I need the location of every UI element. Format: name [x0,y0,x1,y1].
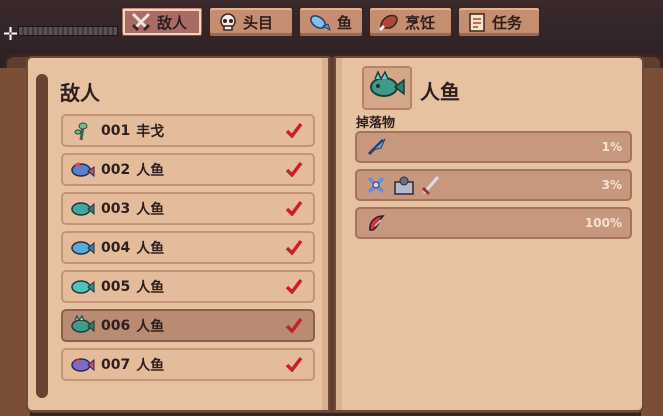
checkmark-icon [285,161,303,177]
drop-row-1[interactable]: 1% [355,131,632,163]
list-scrollbar-thumb[interactable] [36,74,48,398]
checkmark-icon [285,122,303,138]
quest-scroll-icon [469,13,485,32]
red-blue-fish-icon [71,161,95,177]
enemy-entry-002[interactable]: 002 人鱼 [61,153,315,186]
entry-number: 002 [101,161,131,178]
entry-number: 006 [101,317,131,334]
checkmark-icon [285,356,303,372]
meat-icon [378,14,398,32]
enemy-entry-001[interactable]: 001 丰戈 [61,114,315,147]
entry-number: 003 [101,200,131,217]
tab-label: 烹饪 [405,13,436,32]
drop-row-2[interactable]: 3% [355,169,632,201]
red-claw-icon [369,215,385,231]
entry-name: 人鱼 [136,162,165,179]
drop-rate: 100% [584,216,622,230]
enemy-name: 人鱼 [420,80,460,104]
tab-label: 头目 [243,13,274,32]
entry-name: 人鱼 [136,318,165,335]
spiky-teal-fish-icon [71,314,95,333]
entry-name: 丰戈 [136,123,165,140]
entry-number: 007 [101,356,131,373]
crossed-swords-icon [131,12,151,32]
entry-number: 001 [101,122,131,139]
checkmark-icon [285,200,303,216]
drop-row-3[interactable]: 100% [355,207,632,239]
entry-name: 人鱼 [136,240,165,257]
tab-cooking[interactable]: 烹饪 [368,6,453,38]
blue-fish-icon [71,240,95,255]
checkmark-icon [285,278,303,294]
teal-fish-icon [71,201,95,216]
tab-fish[interactable]: 鱼 [298,6,364,38]
spiky-teal-fish-icon [370,70,405,97]
tab-label: 任务 [492,13,523,32]
entry-number: 004 [101,239,131,256]
blue-feather-icon [367,138,386,156]
tab-label: 敌人 [157,13,188,32]
entry-name: 人鱼 [136,201,165,218]
tab-enemies[interactable]: 敌人 [120,6,204,38]
checkmark-icon [285,317,303,333]
sword-icon [421,176,440,196]
gear-box-icon [394,176,414,195]
entry-name: 人鱼 [136,357,165,374]
enemy-portrait [362,66,412,110]
drops-label: 掉落物 [356,116,396,131]
cyan-fish-icon [71,279,95,294]
scroll-rail [18,26,118,36]
ribbon-icon [367,176,385,194]
purple-fish-icon [71,357,95,372]
entry-number: 005 [101,278,131,295]
entry-name: 人鱼 [136,279,165,296]
enemy-entry-005[interactable]: 005 人鱼 [61,270,315,303]
left-page-title: 敌人 [60,81,100,105]
skull-icon [220,13,236,31]
fish-icon [310,15,331,32]
tab-bosses[interactable]: 头目 [208,6,294,38]
enemy-entry-003[interactable]: 003 人鱼 [61,192,315,225]
tab-label: 鱼 [337,13,353,32]
crosshair-cursor-icon: ✛ [3,24,19,45]
drop-rate: 3% [601,178,622,192]
green-sprout-icon [74,122,88,140]
tab-quests[interactable]: 任务 [457,6,541,38]
checkmark-icon [285,239,303,255]
enemy-entry-004[interactable]: 004 人鱼 [61,231,315,264]
enemy-entry-007[interactable]: 007 人鱼 [61,348,315,381]
enemy-entry-006[interactable]: 006 人鱼 [61,309,315,342]
drop-rate: 1% [601,140,622,154]
